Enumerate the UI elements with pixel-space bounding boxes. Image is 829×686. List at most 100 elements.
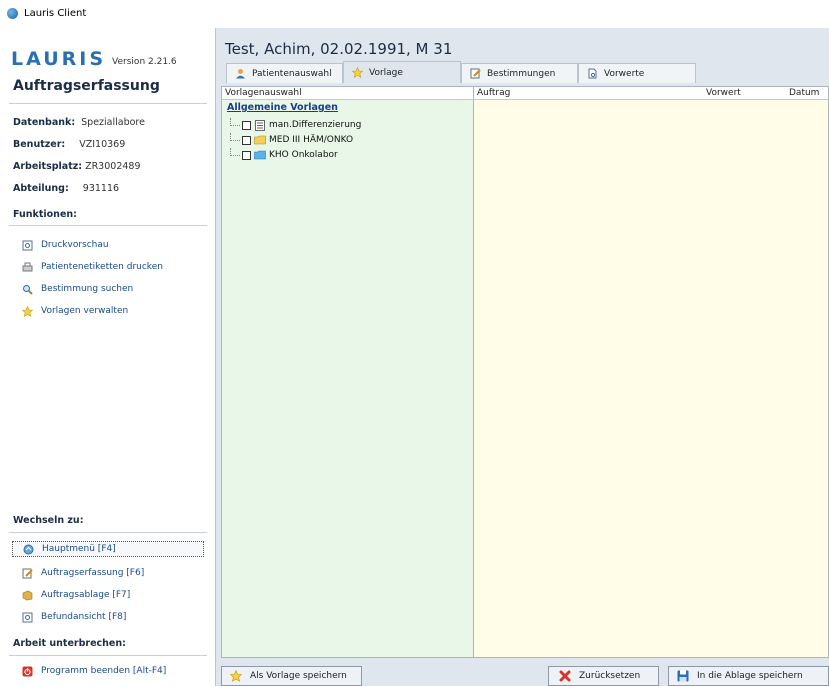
switch-label: Auftragserfassung [F6] [41, 568, 145, 578]
floppy-disk-icon [677, 670, 689, 682]
order-table-header: Auftrag Vorwert Datum [474, 87, 828, 100]
tab-label: Bestimmungen [487, 68, 556, 79]
exit-label: Programm beenden [Alt-F4] [41, 666, 167, 676]
divider [9, 225, 207, 226]
lauris-logo: LAURIS [11, 48, 107, 70]
button-label: Als Vorlage speichern [250, 671, 347, 681]
tab-bestimmungen[interactable]: Bestimmungen [461, 63, 578, 83]
person-icon [235, 68, 246, 79]
divider [9, 103, 207, 104]
star-icon [22, 305, 33, 317]
home-icon [23, 544, 34, 555]
folder-icon [254, 135, 266, 146]
switch-befundansicht[interactable]: Befundansicht [F8] [22, 610, 126, 624]
bottom-button-bar: Als Vorlage speichern Zurücksetzen In di… [216, 660, 829, 686]
magnifier-icon [22, 284, 33, 295]
template-selection-panel: Vorlagenauswahl Allgemeine Vorlagen man.… [221, 86, 474, 658]
tab-label: Vorwerte [604, 68, 645, 79]
function-patientenetiketten[interactable]: Patientenetiketten drucken [22, 260, 163, 274]
report-icon [22, 612, 33, 623]
tab-vorwerte[interactable]: Vorwerte [578, 63, 696, 83]
switch-title: Wechseln zu: [13, 515, 84, 526]
tree-root-allgemeine-vorlagen[interactable]: Allgemeine Vorlagen [227, 102, 338, 113]
tree-branch [230, 117, 240, 126]
info-value: 931116 [82, 183, 120, 194]
template-selection-header: Vorlagenauswahl [222, 87, 473, 100]
function-label: Patientenetiketten drucken [41, 262, 163, 272]
tab-label: Vorlage [369, 67, 403, 78]
tab-bar: Patientenauswahl Vorlage Bestimmungen Vo… [226, 61, 696, 85]
edit-icon [470, 68, 481, 79]
tab-patientenauswahl[interactable]: Patientenauswahl [226, 63, 343, 83]
switch-auftragsablage[interactable]: Auftragsablage [F7] [22, 588, 130, 602]
tree-item-label: MED III HÄM/ONKO [269, 135, 354, 145]
button-label: In die Ablage speichern [697, 671, 803, 681]
tree-item-label: KHO Onkolabor [269, 150, 338, 160]
column-header-datum[interactable]: Datum [789, 87, 819, 99]
red-x-icon [559, 670, 571, 682]
order-panel: Auftrag Vorwert Datum [474, 86, 829, 658]
tree-item-label: man.Differenzierung [269, 120, 362, 130]
function-label: Vorlagen verwalten [41, 306, 129, 316]
program-exit[interactable]: Programm beenden [Alt-F4] [22, 664, 166, 678]
power-icon [22, 666, 33, 677]
button-label: Zurücksetzen [579, 671, 641, 681]
tree-checkbox[interactable] [242, 150, 251, 160]
edit-icon [22, 568, 33, 579]
brand: LAURIS Version 2.21.6 [11, 48, 177, 70]
star-icon [230, 670, 242, 682]
tree-item-man-differenzierung[interactable]: man.Differenzierung [230, 117, 362, 132]
folder-blue-icon [254, 150, 266, 161]
function-bestimmung-suchen[interactable]: Bestimmung suchen [22, 282, 133, 296]
document-icon [587, 68, 598, 79]
list-doc-icon [254, 119, 266, 131]
window-title: Lauris Client [24, 7, 87, 19]
star-icon [352, 67, 363, 78]
info-label: Benutzer: [13, 139, 66, 150]
app-icon [7, 7, 18, 19]
switch-label: Befundansicht [F8] [41, 612, 127, 622]
window-titlebar: Lauris Client [0, 0, 829, 26]
interrupt-title: Arbeit unterbrechen: [13, 638, 126, 649]
info-label: Datenbank: [13, 117, 76, 128]
save-to-archive-button[interactable]: In die Ablage speichern [668, 666, 829, 686]
tree-checkbox[interactable] [242, 135, 251, 145]
functions-title: Funktionen: [13, 209, 77, 220]
function-label: Bestimmung suchen [41, 284, 134, 294]
info-value: VZI10369 [79, 139, 126, 150]
info-datenbank: Datenbank: Speziallabore [13, 117, 145, 128]
patient-title: Test, Achim, 02.02.1991, M 31 [225, 40, 453, 58]
archive-icon [22, 590, 33, 601]
tab-label: Patientenauswahl [252, 68, 332, 79]
reset-button[interactable]: Zurücksetzen [548, 666, 659, 686]
info-arbeitsplatz: Arbeitsplatz: ZR3002489 [13, 161, 141, 172]
tree-item-kho-onkolabor[interactable]: KHO Onkolabor [230, 147, 338, 162]
tree-branch [230, 132, 240, 141]
function-vorlagen-verwalten[interactable]: Vorlagen verwalten [22, 304, 128, 318]
tab-vorlage[interactable]: Vorlage [343, 61, 461, 83]
switch-hauptmenu[interactable]: Hauptmenü [F4] [12, 541, 204, 557]
function-druckvorschau[interactable]: Druckvorschau [22, 238, 109, 252]
tree-checkbox[interactable] [242, 120, 251, 130]
switch-label: Auftragsablage [F7] [41, 590, 131, 600]
divider [9, 655, 207, 656]
column-header-vorwert[interactable]: Vorwert [706, 87, 741, 99]
printer-icon [22, 262, 33, 273]
info-label: Abteilung: [13, 183, 69, 194]
column-header-auftrag[interactable]: Auftrag [477, 87, 510, 99]
info-abteilung: Abteilung: 931116 [13, 183, 119, 194]
switch-label: Hauptmenü [F4] [42, 544, 116, 554]
save-as-template-button[interactable]: Als Vorlage speichern [221, 666, 362, 686]
function-label: Druckvorschau [41, 240, 109, 250]
info-benutzer: Benutzer: VZI10369 [13, 139, 125, 150]
info-value: Speziallabore [81, 117, 145, 128]
print-preview-icon [22, 240, 33, 251]
tree-branch [230, 147, 240, 156]
switch-auftragserfassung[interactable]: Auftragserfassung [F6] [22, 566, 144, 580]
sidebar: LAURIS Version 2.21.6 Auftragserfassung … [0, 28, 216, 686]
tree-item-med-iii-haem-onko[interactable]: MED III HÄM/ONKO [230, 132, 354, 147]
main-area: Test, Achim, 02.02.1991, M 31 Patientena… [216, 28, 829, 686]
module-title: Auftragserfassung [13, 78, 160, 94]
info-value: ZR3002489 [85, 161, 141, 172]
info-label: Arbeitsplatz: [13, 161, 83, 172]
